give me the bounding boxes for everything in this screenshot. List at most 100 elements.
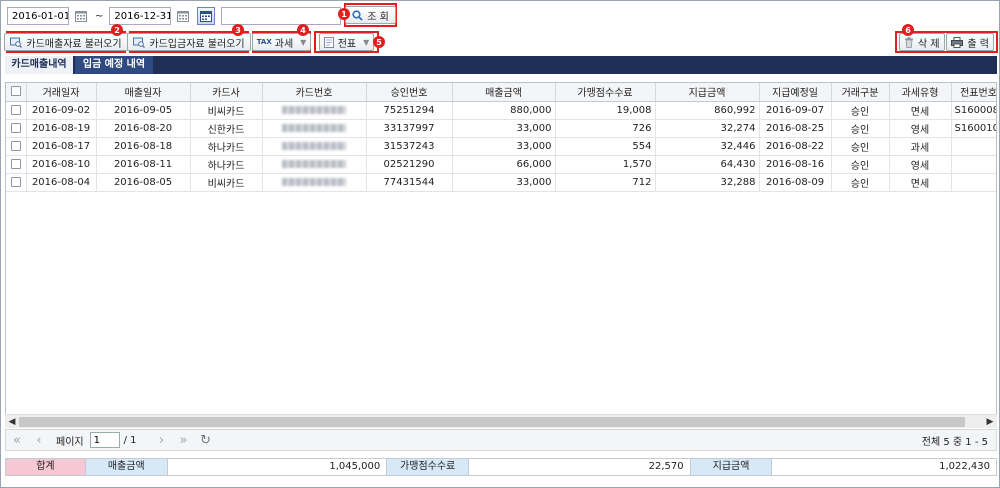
table-cell: 726	[555, 119, 656, 138]
column-header[interactable]: 가맹점수수료	[555, 83, 656, 102]
end-date-calendar-icon[interactable]	[175, 7, 191, 25]
table-row[interactable]: 2016-08-10 2016-08-11 하나카드 02521290 66,000 1,…	[6, 155, 996, 174]
table-cell: 32,288	[655, 173, 760, 192]
end-date-input[interactable]	[109, 7, 172, 25]
trash-icon	[904, 36, 914, 48]
column-header[interactable]: 거래일자	[26, 83, 97, 102]
column-header[interactable]: 카드번호	[262, 83, 367, 102]
load-card-sales-button[interactable]: 카드매출자료 불러오기	[4, 33, 128, 51]
table-cell: 비씨카드	[190, 101, 263, 120]
table-cell: 2016-08-19	[26, 119, 97, 138]
sales-total-value: 1,045,000	[167, 459, 388, 475]
record-summary: 전체 5 중 1 - 5	[921, 436, 988, 448]
page-number-input[interactable]	[89, 432, 120, 448]
horizontal-scrollbar[interactable]: ◀ ▶	[5, 414, 997, 428]
start-date-input[interactable]	[7, 7, 69, 25]
table-cell	[951, 173, 996, 192]
column-header[interactable]: 매출금액	[452, 83, 556, 102]
table-cell: 승인	[831, 101, 890, 120]
masked-card-number	[282, 141, 346, 150]
row-checkbox[interactable]	[6, 137, 27, 156]
scroll-left-icon[interactable]: ◀	[5, 415, 19, 429]
tab-card-sales[interactable]: 카드매출내역	[5, 56, 73, 74]
last-page-icon[interactable]: »	[173, 433, 195, 448]
column-header[interactable]: 매출일자	[96, 83, 191, 102]
column-header[interactable]: 지급금액	[655, 83, 760, 102]
table-cell: 2016-08-18	[96, 137, 191, 156]
row-checkbox[interactable]	[6, 101, 27, 120]
scroll-right-icon[interactable]: ▶	[983, 415, 997, 429]
totals-bar: 합계 매출금액 1,045,000 가맹점수수료 22,570 지급금액 1,0…	[5, 458, 997, 476]
table-cell: 영세	[889, 155, 952, 174]
load-card-deposit-label: 카드입금자료 불러오기	[149, 38, 245, 50]
tax-icon: TAX	[256, 38, 272, 46]
table-cell: 2016-09-05	[96, 101, 191, 120]
table-cell: 33,000	[452, 137, 556, 156]
row-checkbox[interactable]	[6, 173, 27, 192]
table-cell: 64,430	[655, 155, 760, 174]
column-header[interactable]: 승인번호	[366, 83, 453, 102]
table-cell: 승인	[831, 119, 890, 138]
voucher-dropdown[interactable]: 전표 ▼	[318, 33, 375, 51]
tax-dropdown-label: 과세	[274, 38, 294, 50]
badge-5: 5	[373, 36, 385, 48]
fee-total-label: 가맹점수수료	[387, 459, 470, 475]
load-card-deposit-highlight: 카드입금자료 불러오기	[127, 31, 251, 53]
table-cell: 880,000	[452, 101, 556, 120]
table-cell	[951, 137, 996, 156]
table-row[interactable]: 2016-09-02 2016-09-05 비씨카드 75251294 880,000 1…	[6, 101, 996, 120]
prev-page-icon[interactable]: ‹	[28, 433, 50, 448]
column-header[interactable]: 전표번호	[951, 83, 996, 102]
table-cell: 과세	[889, 137, 952, 156]
table-cell: 2016-08-11	[96, 155, 191, 174]
select-all-checkbox[interactable]	[6, 83, 27, 102]
search-input[interactable]	[221, 7, 342, 25]
scrollbar-thumb[interactable]	[19, 417, 965, 427]
masked-card-number	[282, 159, 346, 168]
badge-4: 4	[297, 24, 309, 36]
table-cell: 2016-08-16	[759, 155, 832, 174]
print-button[interactable]: 출 력	[946, 33, 994, 51]
printer-icon	[951, 36, 964, 48]
next-page-icon[interactable]: ›	[151, 433, 173, 448]
table-cell: 비씨카드	[190, 173, 263, 192]
table-cell	[951, 155, 996, 174]
table-cell: 32,446	[655, 137, 760, 156]
chevron-down-icon: ▼	[363, 37, 370, 47]
sales-total-label: 매출금액	[85, 459, 168, 475]
table-cell: 2016-08-10	[26, 155, 97, 174]
table-cell: 2016-08-20	[96, 119, 191, 138]
table-cell: 02521290	[366, 155, 453, 174]
column-header[interactable]: 지급예정일	[759, 83, 832, 102]
table-row[interactable]: 2016-08-04 2016-08-05 비씨카드 77431544 33,000 71…	[6, 173, 996, 192]
paid-total-value: 1,022,430	[772, 459, 996, 475]
table-cell: 2016-08-09	[759, 173, 832, 192]
row-checkbox[interactable]	[6, 119, 27, 138]
table-cell: 승인	[831, 173, 890, 192]
first-page-icon[interactable]: «	[6, 433, 28, 448]
paid-total-label: 지급금액	[690, 459, 773, 475]
table-cell: 19,008	[555, 101, 656, 120]
table-cell: S1600082	[951, 101, 996, 120]
load-card-deposit-button[interactable]: 카드입금자료 불러오기	[127, 33, 251, 51]
load-card-sales-highlight: 카드매출자료 불러오기	[4, 31, 128, 53]
table-row[interactable]: 2016-08-19 2016-08-20 신한카드 33137997 33,000 72…	[6, 119, 996, 138]
period-picker-icon[interactable]	[197, 7, 216, 25]
table-cell: 2016-09-07	[759, 101, 832, 120]
table-cell: 860,992	[655, 101, 760, 120]
column-header[interactable]: 카드사	[190, 83, 263, 102]
start-date-calendar-icon[interactable]	[73, 7, 89, 25]
refresh-icon[interactable]: ↻	[195, 433, 217, 448]
search-button[interactable]: 조 회	[345, 6, 396, 24]
table-row[interactable]: 2016-08-17 2016-08-18 하나카드 31537243 33,000 55…	[6, 137, 996, 156]
column-header[interactable]: 과세유형	[889, 83, 952, 102]
table-cell: 승인	[831, 137, 890, 156]
masked-card-number	[282, 177, 346, 186]
tab-deposit-schedule[interactable]: 입금 예정 내역	[75, 56, 153, 74]
load-card-sales-label: 카드매출자료 불러오기	[26, 38, 122, 50]
table-cell: 하나카드	[190, 155, 263, 174]
row-checkbox[interactable]	[6, 155, 27, 174]
table-cell: 영세	[889, 119, 952, 138]
table-cell: 66,000	[452, 155, 556, 174]
column-header[interactable]: 거래구분	[831, 83, 890, 102]
